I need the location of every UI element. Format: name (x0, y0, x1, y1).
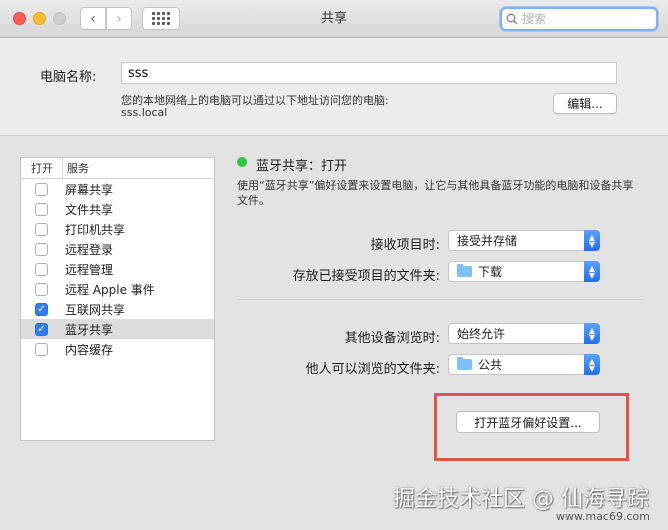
popup-arrows-icon: ▲ ▼ (584, 261, 600, 282)
service-checkbox[interactable] (35, 242, 48, 256)
browse-folder-popup[interactable]: 公共 ▲ ▼ (448, 354, 600, 375)
column-header-service[interactable]: 服务 (63, 160, 89, 176)
status-indicator-icon (237, 157, 247, 167)
folder-icon (457, 357, 472, 370)
folder-icon (457, 264, 472, 277)
search-input[interactable] (522, 12, 652, 26)
local-hostname: sss.local (121, 106, 168, 119)
browse-label: 其他设备浏览时: (344, 331, 440, 346)
service-row[interactable]: 远程 Apple 事件 (21, 279, 214, 299)
computer-name-input[interactable] (121, 62, 617, 84)
service-name: 内容缓存 (65, 342, 114, 357)
service-row[interactable]: 远程管理 (21, 259, 214, 279)
service-checkbox[interactable] (35, 262, 48, 276)
edit-hostname-button[interactable]: 编辑... (553, 93, 617, 114)
service-status: 蓝牙共享：打开 (256, 159, 348, 174)
service-checkbox[interactable] (35, 222, 48, 236)
service-name: 文件共享 (65, 202, 114, 217)
popup-arrows-icon: ▲ ▼ (584, 354, 600, 375)
chevron-left-icon: ‹ (90, 10, 96, 27)
service-name: 打印机共享 (65, 222, 126, 237)
service-checkbox[interactable]: ✓ (35, 322, 48, 336)
service-row[interactable]: 内容缓存 (21, 339, 214, 359)
save-folder-popup[interactable]: 下载 ▲ ▼ (448, 261, 600, 282)
back-button[interactable]: ‹ (80, 7, 106, 30)
services-list: 打开 服务 屏幕共享文件共享打印机共享远程登录远程管理远程 Apple 事件 ✓ 互… (20, 157, 215, 441)
service-name: 远程 Apple 事件 (65, 282, 155, 297)
service-checkbox[interactable] (35, 202, 48, 216)
service-row[interactable]: ✓ 蓝牙共享 (21, 319, 214, 339)
service-checkbox[interactable] (35, 282, 48, 296)
sharing-window: 共享 ‹ › 电脑名称: 您的本地网络上的电脑可以通过以下地址访问您的电脑: s… (0, 0, 668, 530)
chevron-right-icon: › (116, 10, 122, 27)
services-list-header: 打开 服务 (21, 157, 214, 179)
watermark-text: 掘金技术社区 @ 仙海寻踪 (393, 487, 649, 512)
service-row[interactable]: 屏幕共享 (21, 179, 214, 199)
grid-icon (152, 12, 170, 25)
popup-arrows-icon: ▲ ▼ (584, 230, 600, 251)
service-name: 互联网共享 (65, 302, 126, 317)
receive-items-popup[interactable]: 接受并存储 ▲ ▼ (448, 230, 600, 251)
service-row[interactable]: 打印机共享 (21, 219, 214, 239)
service-checkbox[interactable] (35, 182, 48, 196)
service-checkbox[interactable] (35, 342, 48, 356)
save-folder-label: 存放已接受项目的文件夹: (292, 269, 440, 284)
watermark-url: www.mac69.com (556, 510, 650, 523)
service-description: 使用“蓝牙共享”偏好设置来设置电脑，让它与其他具备蓝牙功能的电脑和设备共享文件。 (237, 179, 634, 207)
popup-arrows-icon: ▲ ▼ (584, 323, 600, 344)
service-row[interactable]: 文件共享 (21, 199, 214, 219)
service-name: 蓝牙共享 (65, 322, 114, 337)
service-row[interactable]: 远程登录 (21, 239, 214, 259)
browse-value: 始终允许 (457, 327, 506, 341)
show-all-button[interactable] (142, 7, 180, 30)
service-checkbox[interactable]: ✓ (35, 302, 48, 316)
forward-button[interactable]: › (106, 7, 132, 30)
highlight-box (434, 393, 629, 461)
services-rows: 屏幕共享文件共享打印机共享远程登录远程管理远程 Apple 事件 ✓ 互联网共享 ✓ 蓝… (21, 179, 214, 359)
title-bar: 共享 ‹ › (0, 0, 668, 38)
browse-folder-label: 他人可以浏览的文件夹: (305, 362, 440, 377)
receive-items-label: 接收项目时: (370, 238, 440, 253)
computer-name-label: 电脑名称: (40, 70, 97, 85)
service-name: 远程管理 (65, 262, 114, 277)
column-header-on[interactable]: 打开 (21, 157, 63, 179)
save-folder-value: 下载 (478, 265, 503, 279)
options-divider (237, 299, 642, 300)
search-field[interactable] (500, 7, 658, 31)
service-row[interactable]: ✓ 互联网共享 (21, 299, 214, 319)
search-icon (506, 13, 518, 25)
service-name: 屏幕共享 (65, 182, 114, 197)
service-name: 远程登录 (65, 242, 114, 257)
browse-popup[interactable]: 始终允许 ▲ ▼ (448, 323, 600, 344)
receive-items-value: 接受并存储 (457, 234, 518, 248)
browse-folder-value: 公共 (478, 358, 503, 372)
